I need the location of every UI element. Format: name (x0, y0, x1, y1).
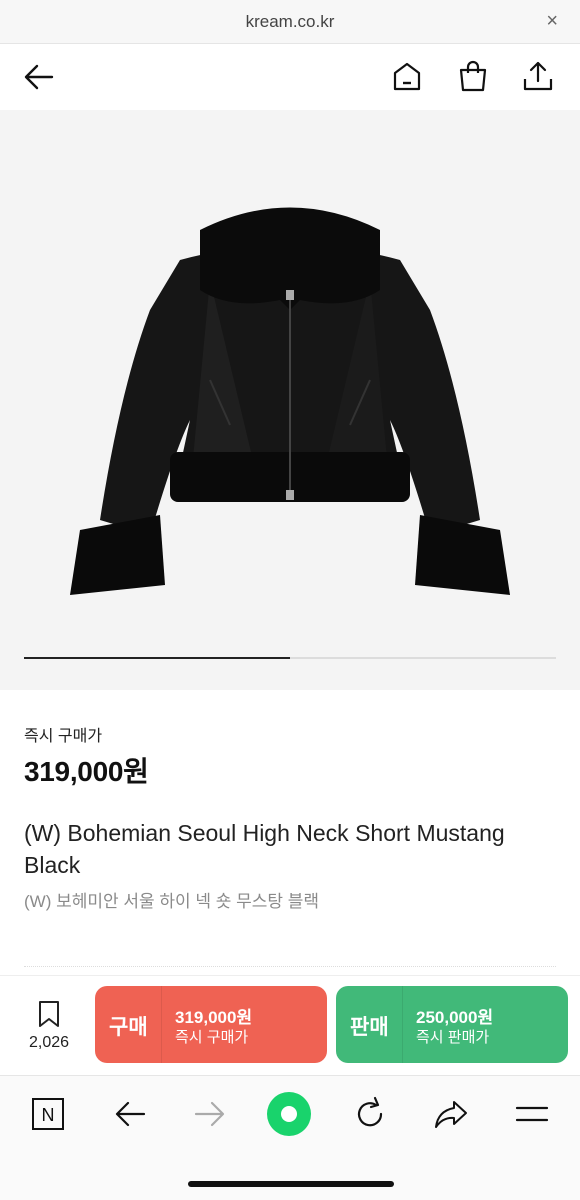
naver-n-icon[interactable]: N (28, 1094, 68, 1134)
product-image-carousel[interactable] (0, 110, 580, 690)
home-indicator (188, 1181, 394, 1187)
sell-button-divider (402, 986, 403, 1063)
buy-button-label: 구매 (109, 1016, 148, 1039)
browser-toolbar: N (0, 1075, 580, 1200)
browser-url-bar[interactable]: kream.co.kr × (0, 0, 580, 44)
sell-button-label: 판매 (350, 1016, 389, 1039)
sell-button-price: 250,000원 (416, 1008, 494, 1027)
buy-button-divider (161, 986, 162, 1063)
share-icon[interactable] (521, 59, 555, 93)
bookmark-icon (39, 1001, 59, 1027)
product-title-en: (W) Bohemian Seoul High Neck Short Musta… (24, 820, 505, 878)
purchase-action-bar: 2,026 구매 319,000원 즉시 구매가 판매 250,000원 즉시 … (0, 975, 580, 1075)
page-header (0, 44, 580, 110)
sell-button-sublabel: 즉시 판매가 (416, 1029, 490, 1046)
wishlist-count: 2,026 (28, 1034, 70, 1051)
share-icon[interactable] (431, 1094, 471, 1134)
reload-icon[interactable] (350, 1094, 390, 1134)
url-text[interactable]: kream.co.kr (0, 12, 580, 32)
product-jacket-image (70, 207, 510, 595)
close-icon[interactable]: × (546, 10, 558, 33)
green-dot-icon[interactable] (265, 1090, 313, 1138)
wishlist-button[interactable]: 2,026 (18, 1000, 80, 1052)
menu-icon[interactable] (512, 1094, 552, 1134)
image-slider-track (24, 657, 556, 659)
buy-button-price: 319,000원 (175, 1008, 253, 1027)
buy-button[interactable]: 구매 319,000원 즉시 구매가 (95, 986, 327, 1063)
buy-button-sublabel: 즉시 구매가 (175, 1029, 249, 1046)
product-title-ko: (W) 보헤미안 서울 하이 넥 숏 무스탕 블랙 (24, 892, 320, 911)
naver-n-glyph: N (42, 1105, 55, 1125)
instant-buy-price: 319,000원 (24, 756, 149, 787)
image-slider-progress (24, 657, 290, 659)
back-icon[interactable] (110, 1094, 150, 1134)
shopping-bag-icon[interactable] (456, 59, 490, 93)
sell-button[interactable]: 판매 250,000원 즉시 판매가 (336, 986, 568, 1063)
back-arrow-icon[interactable] (22, 60, 56, 94)
forward-icon[interactable] (190, 1094, 230, 1134)
home-icon[interactable] (390, 59, 424, 93)
instant-buy-price-label: 즉시 구매가 (24, 728, 103, 745)
